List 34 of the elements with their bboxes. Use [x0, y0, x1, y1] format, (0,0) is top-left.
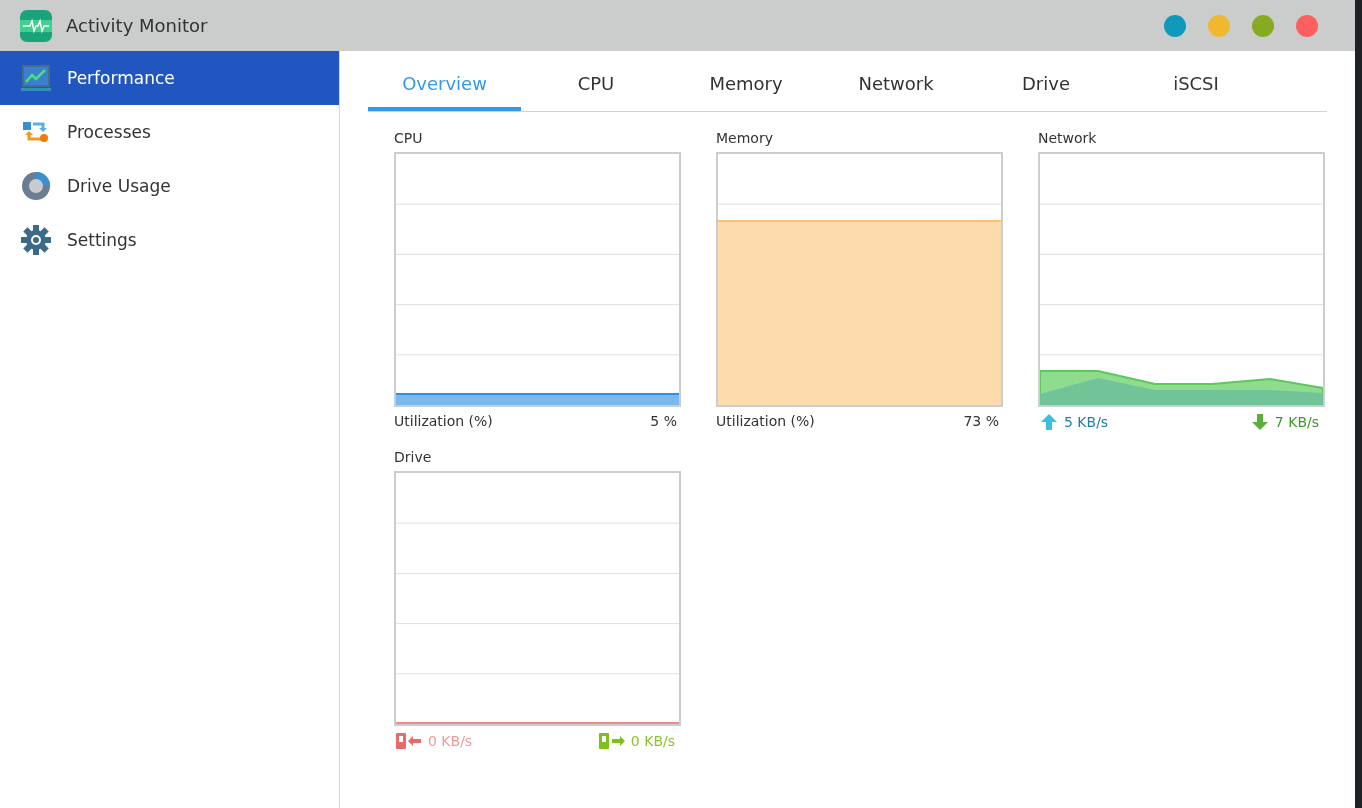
tab[interactable]: iSCSI: [1121, 59, 1271, 111]
sidebar-item[interactable]: Settings: [0, 213, 339, 267]
down-arrow-icon: [1250, 413, 1269, 431]
chart-title: CPU: [394, 130, 424, 146]
window-control-button[interactable]: [1252, 14, 1274, 37]
heartbeat-app-icon: [20, 9, 52, 42]
utilization-value: 73 %: [963, 413, 999, 429]
drive-read-icon: [396, 732, 422, 750]
window-control-button[interactable]: [1164, 14, 1186, 37]
window-control-button[interactable]: [1296, 14, 1318, 37]
drive-write-icon: [598, 732, 625, 750]
tab[interactable]: Network: [821, 59, 971, 111]
chart-caption: Utilization (%): [716, 413, 815, 429]
drive-write-rate: 0 KB/s: [630, 733, 675, 749]
download-rate: 7 KB/s: [1274, 414, 1319, 430]
settings-icon: [21, 225, 51, 255]
pie-chart-icon: [21, 171, 51, 201]
chart-caption: Utilization (%): [394, 413, 493, 429]
tab[interactable]: CPU: [521, 59, 671, 111]
sidebar-item[interactable]: Processes: [0, 105, 339, 159]
sidebar-item[interactable]: Performance: [0, 51, 339, 105]
drive-read-rate: 0 KB/s: [428, 733, 473, 749]
utilization-value: 5 %: [650, 413, 677, 429]
chart-title: Drive: [394, 449, 433, 465]
window-control-button[interactable]: [1208, 14, 1230, 37]
up-arrow-icon: [1040, 413, 1058, 431]
window-title: Activity Monitor: [66, 15, 209, 36]
tab[interactable]: Memory: [671, 59, 821, 111]
chart-title: Memory: [716, 130, 774, 146]
tab[interactable]: Drive: [971, 59, 1121, 111]
sidebar-item[interactable]: Drive Usage: [0, 159, 339, 213]
chart-title: Network: [1038, 130, 1098, 146]
upload-rate: 5 KB/s: [1064, 414, 1109, 430]
monitor-chart-icon: [21, 64, 51, 92]
